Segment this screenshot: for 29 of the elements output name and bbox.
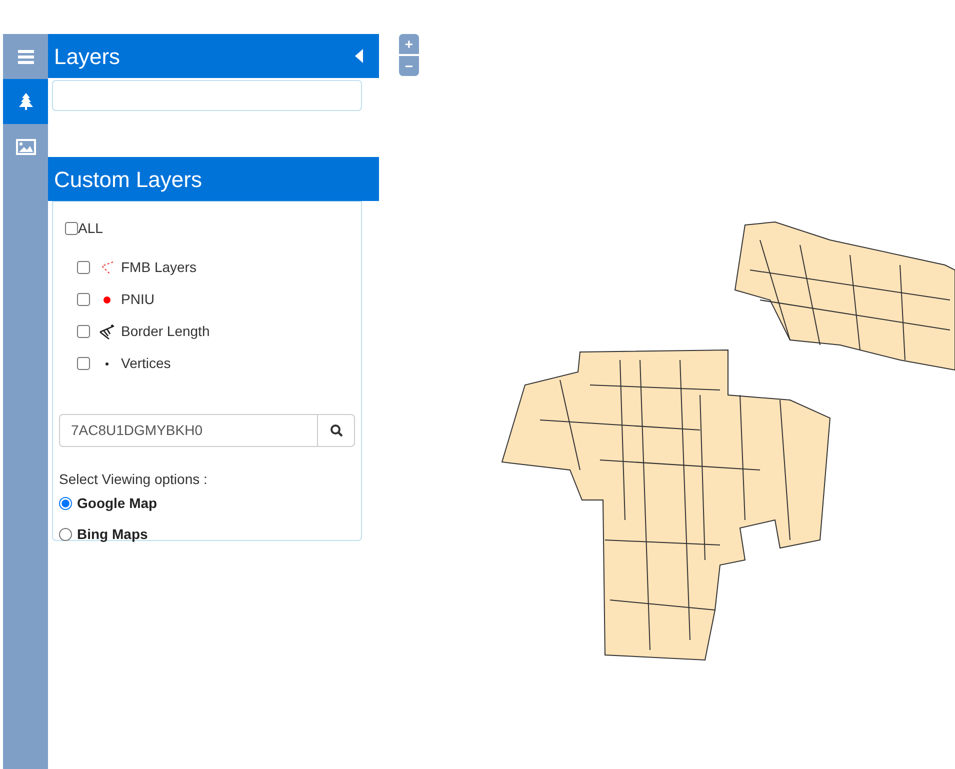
menu-icon <box>18 50 34 64</box>
checkbox[interactable] <box>65 222 78 235</box>
search-icon <box>330 424 342 437</box>
dot-icon <box>103 296 111 304</box>
search-input[interactable]: 7AC8U1DGMYBKH0 <box>60 415 317 446</box>
viewing-options-label: Select Viewing options : <box>59 470 208 489</box>
layer-label: FMB Layers <box>121 258 196 277</box>
option-label: Google Map <box>77 494 158 513</box>
point-icon <box>105 362 109 366</box>
checkbox-label: ALL <box>78 219 103 238</box>
panel-title: Layers <box>54 42 120 71</box>
checkbox[interactable] <box>77 325 90 338</box>
layer-label: Border Length <box>121 322 210 341</box>
search-field[interactable]: 7AC8U1DGMYBKH0 <box>59 414 355 447</box>
option-label: Bing Maps <box>77 525 148 544</box>
checkbox[interactable] <box>77 293 90 306</box>
checkbox[interactable] <box>77 261 90 274</box>
dashed-line-icon <box>100 260 114 274</box>
checkbox[interactable] <box>77 357 90 370</box>
panel-title: Custom Layers <box>54 166 202 194</box>
radio-button[interactable] <box>59 497 72 510</box>
layer-label: Vertices <box>121 354 171 373</box>
rail-tab[interactable] <box>3 79 48 124</box>
measure-icon <box>99 324 115 340</box>
collapse-icon[interactable] <box>355 49 363 63</box>
layer-label: PNIU <box>121 290 154 309</box>
tree-icon <box>18 93 32 110</box>
radio-button[interactable] <box>59 528 72 541</box>
image-icon <box>16 138 36 154</box>
